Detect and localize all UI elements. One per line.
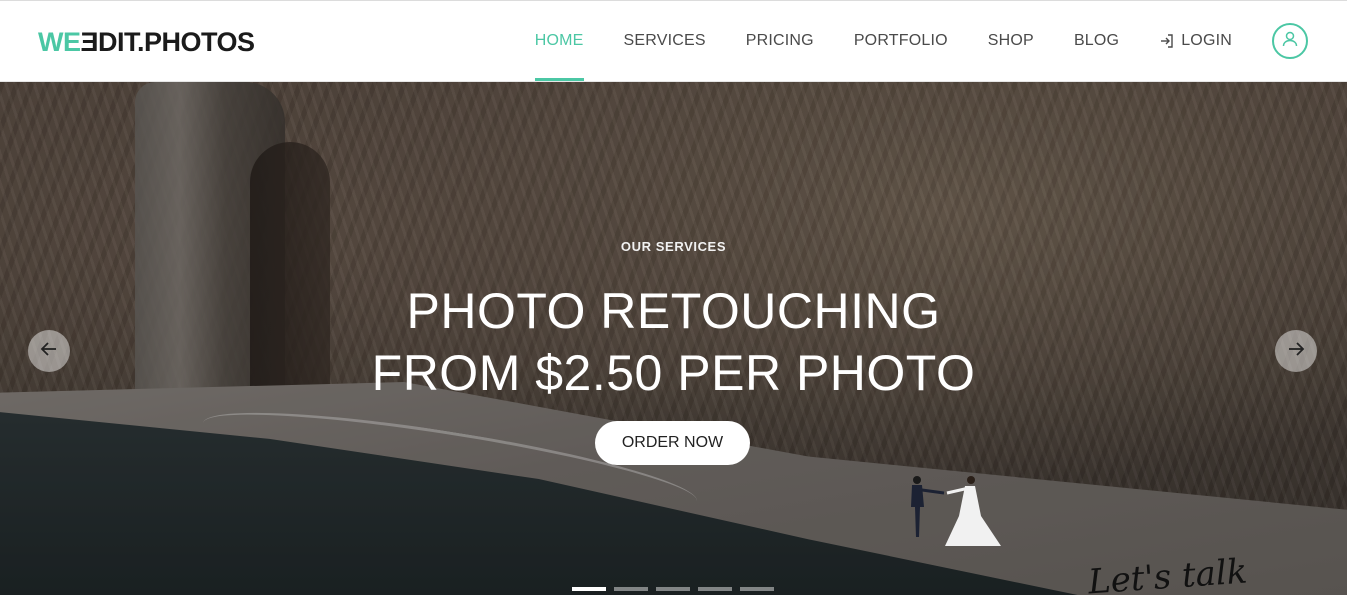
- slider-dots: [572, 587, 774, 591]
- slider-dot[interactable]: [656, 587, 690, 591]
- nav-item-label: SHOP: [987, 32, 1034, 49]
- nav-item-label: BLOG: [1073, 32, 1120, 49]
- nav-item-services[interactable]: SERVICES: [604, 1, 726, 81]
- order-now-button[interactable]: ORDER NOW: [595, 421, 750, 465]
- hero-eyebrow: OUR SERVICES: [620, 239, 727, 254]
- nav-item-shop[interactable]: SHOP: [968, 1, 1054, 81]
- slider-dot[interactable]: [740, 587, 774, 591]
- arrow-right-icon: [1286, 339, 1306, 364]
- logo-we: WE: [38, 26, 81, 57]
- couple-figure: [911, 476, 1001, 546]
- slider-next-button[interactable]: [1275, 330, 1317, 372]
- slider-prev-button[interactable]: [28, 330, 70, 372]
- arrow-left-icon: [39, 339, 59, 364]
- nav-item-home[interactable]: HOME: [515, 1, 604, 81]
- slider-dot[interactable]: [614, 587, 648, 591]
- nav-item-portfolio[interactable]: PORTFOLIO: [834, 1, 968, 81]
- login-icon: [1159, 33, 1175, 49]
- login-link[interactable]: LOGIN: [1139, 1, 1252, 81]
- slider-dot[interactable]: [698, 587, 732, 591]
- nav-item-label: SERVICES: [623, 32, 706, 49]
- logo[interactable]: WE E DIT.PHOTOS: [38, 27, 255, 57]
- login-label: LOGIN: [1181, 32, 1232, 49]
- nav-item-blog[interactable]: BLOG: [1054, 1, 1139, 81]
- account-button[interactable]: [1272, 23, 1308, 59]
- nav-item-pricing[interactable]: PRICING: [726, 1, 834, 81]
- hero-slider: OUR SERVICES PHOTO RETOUCHING FROM $2.50…: [0, 82, 1347, 595]
- user-icon: [1280, 29, 1300, 54]
- site-header: WE E DIT.PHOTOS HOME SERVICES PRICING PORT…: [0, 0, 1347, 82]
- hero-headline: PHOTO RETOUCHING FROM $2.50 PER PHOTO: [0, 280, 1347, 404]
- hero-headline-line1: PHOTO RETOUCHING: [406, 283, 941, 339]
- nav-item-label: PRICING: [745, 32, 814, 49]
- main-nav: HOME SERVICES PRICING PORTFOLIO SHOP BLO…: [515, 1, 1347, 81]
- hero-headline-line2: FROM $2.50 PER PHOTO: [371, 345, 976, 401]
- logo-rest: DIT.PHOTOS: [98, 26, 255, 57]
- slider-dot[interactable]: [572, 587, 606, 591]
- nav-item-label: PORTFOLIO: [853, 32, 948, 49]
- logo-mirrored-e: E: [80, 26, 99, 57]
- nav-item-label: HOME: [534, 32, 584, 49]
